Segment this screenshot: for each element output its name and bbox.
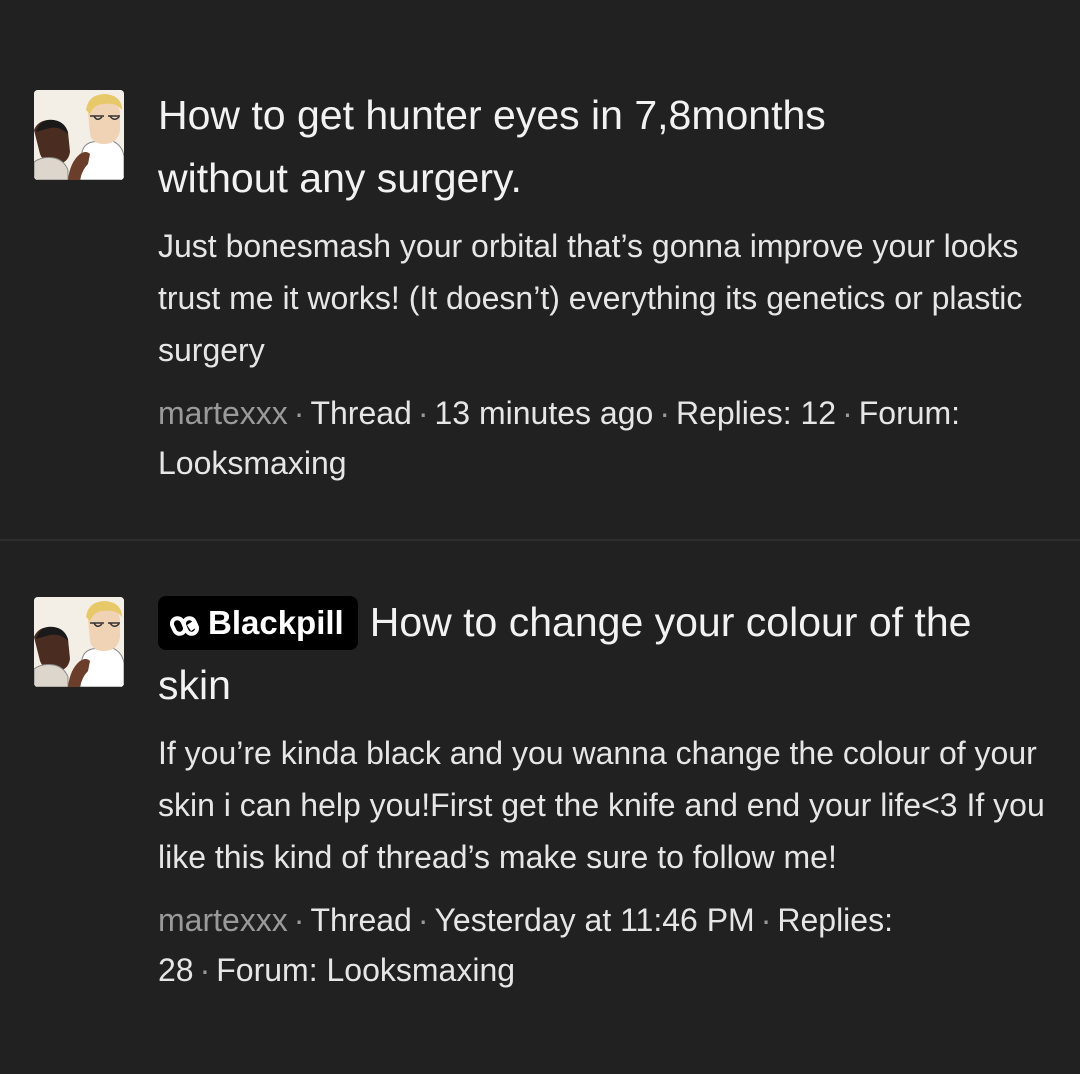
thread-title[interactable]: Blackpill How to change your colour of th…: [158, 591, 1018, 717]
meta-separator: ·: [659, 395, 670, 431]
author-avatar[interactable]: [34, 597, 124, 687]
meta-separator: ·: [417, 395, 429, 431]
thread-meta: martexxx · Thread · Yesterday at 11:46 PM · Re…: [158, 895, 1018, 995]
meta-separator: ·: [199, 952, 211, 988]
thread-item[interactable]: Blackpill How to change your colour of th…: [0, 541, 1080, 1074]
thread-time: 13 minutes ago: [434, 395, 654, 431]
author-avatar[interactable]: [34, 90, 124, 180]
author-link[interactable]: martexxx: [158, 902, 288, 938]
avatar-illustration-icon: [34, 90, 124, 180]
thread-type: Thread: [310, 902, 412, 938]
author-link[interactable]: martexxx: [158, 395, 288, 431]
meta-separator: ·: [417, 902, 429, 938]
pill-icon: [169, 600, 200, 654]
thread-type: Thread: [310, 395, 412, 431]
thread-meta: martexxx · Thread · 13 minutes ago · Replies: …: [158, 388, 1018, 488]
thread-snippet: If you’re kinda black and you wanna chan…: [158, 735, 1045, 875]
meta-separator: ·: [760, 902, 772, 938]
thread-item[interactable]: How to get hunter eyes in 7,8months with…: [0, 0, 1080, 539]
thread-replies: Replies: 12: [675, 395, 837, 431]
avatar-illustration-icon: [34, 597, 124, 687]
thread-forum[interactable]: Forum: Looksmaxing: [216, 952, 515, 988]
thread-prefix-badge[interactable]: Blackpill: [158, 596, 358, 650]
thread-title[interactable]: How to get hunter eyes in 7,8months with…: [158, 84, 918, 210]
thread-time: Yesterday at 11:46 PM: [434, 902, 755, 938]
thread-snippet: Just bonesmash your orbital that’s gonna…: [158, 228, 1023, 368]
meta-separator: ·: [842, 395, 853, 431]
thread-prefix-label: Blackpill: [208, 604, 344, 641]
meta-separator: ·: [293, 395, 305, 431]
meta-separator: ·: [293, 902, 305, 938]
